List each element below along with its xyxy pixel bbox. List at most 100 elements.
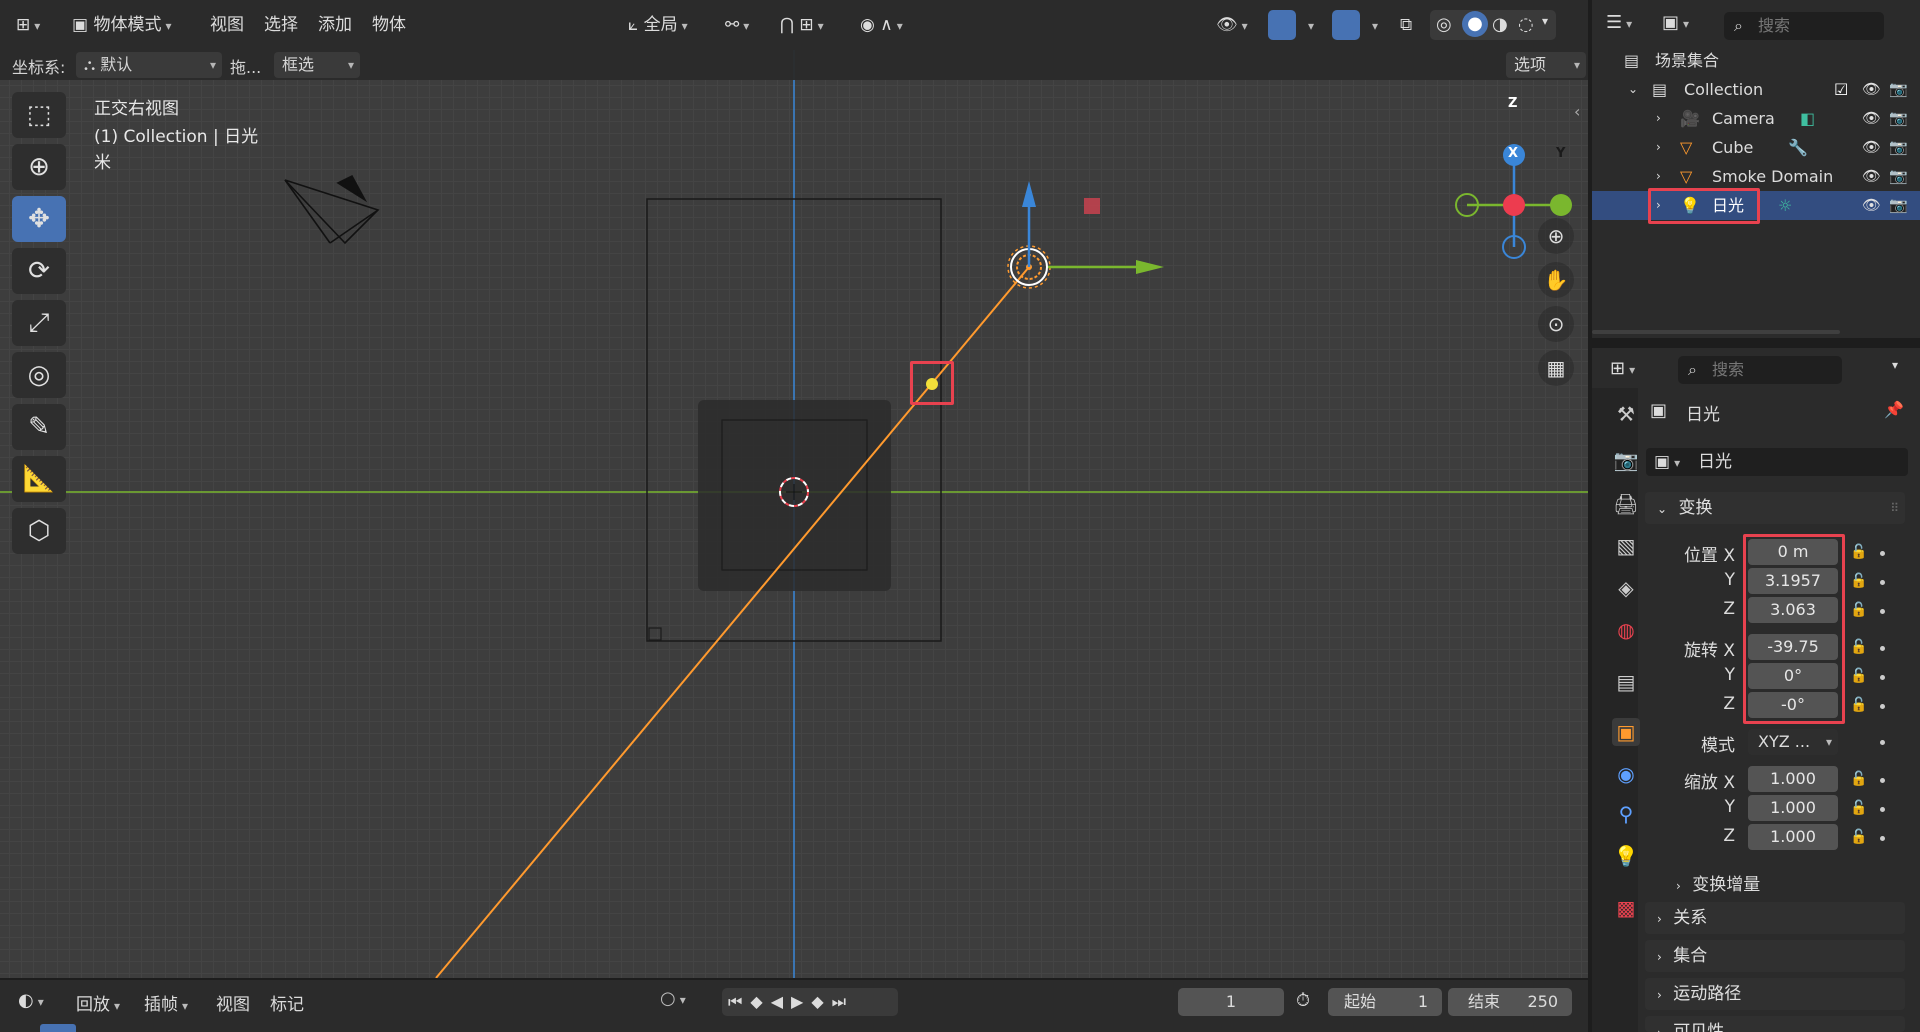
- collapse-arrow-icon[interactable]: ‹: [1574, 102, 1580, 121]
- delta-transform-header[interactable]: › 变换增量: [1676, 870, 1760, 895]
- chevron-down-icon[interactable]: ⌄: [1628, 75, 1638, 104]
- tool-tab-icon[interactable]: ⚒: [1612, 400, 1640, 428]
- material-shading-icon[interactable]: ◑: [1492, 14, 1508, 35]
- render-tab-icon[interactable]: 📷: [1612, 446, 1640, 474]
- light-data-tab-icon[interactable]: 💡: [1612, 842, 1640, 870]
- pin-icon[interactable]: 📌: [1884, 400, 1904, 419]
- view-layer-tab-icon[interactable]: ▧: [1612, 532, 1640, 560]
- menu-object[interactable]: 物体: [372, 10, 406, 40]
- chevron-right-icon[interactable]: ›: [1656, 104, 1661, 133]
- gizmo-y-label[interactable]: Y: [1556, 146, 1565, 161]
- wrench-icon[interactable]: 🔧: [1788, 133, 1808, 162]
- lock-icon[interactable]: 🔓: [1850, 573, 1867, 589]
- collection-tab-icon[interactable]: ▤: [1612, 668, 1640, 696]
- properties-options-icon[interactable]: ▾: [1892, 358, 1898, 372]
- keyframe-dot-icon[interactable]: [1880, 704, 1885, 709]
- lock-icon[interactable]: 🔓: [1850, 800, 1867, 816]
- scale-x-field[interactable]: 1.000: [1748, 766, 1838, 792]
- keyframe-dot-icon[interactable]: [1880, 807, 1885, 812]
- gizmo-z-label[interactable]: Z: [1508, 96, 1517, 111]
- camera-view-icon[interactable]: ⊙: [1538, 306, 1574, 342]
- outliner-item-cube[interactable]: › ▽ Cube 🔧 👁 📷: [1592, 133, 1920, 162]
- object-tab-icon[interactable]: ▣: [1612, 718, 1640, 746]
- orientation-dropdown[interactable]: ⟀ 全局 ▾: [628, 10, 688, 40]
- object-name-field[interactable]: ▣ ▾ 日光: [1646, 448, 1908, 476]
- camera-data-icon[interactable]: ◧: [1800, 104, 1815, 133]
- proportional-icon[interactable]: ◉ ∧ ▾: [860, 10, 903, 40]
- lock-icon[interactable]: 🔓: [1850, 771, 1867, 787]
- jump-end-icon[interactable]: ⏭: [832, 992, 854, 1011]
- visibility-icon[interactable]: 👁 ▾: [1216, 10, 1248, 40]
- texture-tab-icon[interactable]: ▩: [1612, 894, 1640, 922]
- outliner-item-camera[interactable]: › 🎥 Camera ◧ 👁 📷: [1592, 104, 1920, 133]
- eye-icon[interactable]: 👁: [1862, 104, 1881, 133]
- scene-collection-row[interactable]: ▤ 场景集合: [1592, 46, 1920, 75]
- outliner-editor-icon[interactable]: ☰ ▾: [1606, 12, 1632, 33]
- scene-tab-icon[interactable]: ◈: [1612, 574, 1640, 602]
- eye-icon[interactable]: 👁: [1862, 162, 1881, 191]
- marker-menu[interactable]: 标记: [270, 990, 304, 1015]
- object-datablock-icon[interactable]: ▣ ▾: [1654, 448, 1680, 477]
- keyframe-dot-icon[interactable]: [1880, 646, 1885, 651]
- menu-view[interactable]: 视图: [210, 10, 244, 40]
- snap-icon[interactable]: ⋂ ⊞ ▾: [780, 10, 824, 40]
- playhead[interactable]: [40, 1024, 76, 1032]
- annotate-icon[interactable]: ✎: [12, 404, 66, 450]
- lock-icon[interactable]: 🔓: [1850, 639, 1867, 655]
- record-icon[interactable]: ○ ▾: [660, 988, 686, 1009]
- output-tab-icon[interactable]: 🖨: [1612, 490, 1640, 518]
- scale-y-field[interactable]: 1.000: [1748, 795, 1838, 821]
- scale-icon[interactable]: ⤢: [12, 300, 66, 346]
- world-tab-icon[interactable]: ◍: [1612, 616, 1640, 644]
- collections-panel-header[interactable]: › 集合: [1645, 940, 1905, 972]
- checkbox-icon[interactable]: ☑: [1834, 75, 1848, 104]
- collection-row[interactable]: ⌄ ▤ Collection ☑ 👁 📷: [1592, 75, 1920, 104]
- coord-dropdown[interactable]: ⛬ 默认 ▾: [76, 52, 222, 78]
- render-camera-icon[interactable]: 📷: [1889, 133, 1908, 162]
- lock-icon[interactable]: 🔓: [1850, 602, 1867, 618]
- lock-icon[interactable]: 🔓: [1850, 697, 1867, 713]
- select-box-icon[interactable]: ⬚: [12, 92, 66, 138]
- 3d-viewport[interactable]: Z X Y 正交右视图 (1) Collection | 日光 米 ⊕ ✋ ⊙ …: [0, 50, 1588, 978]
- keyframe-dot-icon[interactable]: [1880, 580, 1885, 585]
- chevron-right-icon[interactable]: ›: [1656, 162, 1661, 191]
- hand-pan-icon[interactable]: ✋: [1538, 262, 1574, 298]
- render-camera-icon[interactable]: 📷: [1889, 75, 1908, 104]
- eye-icon[interactable]: 👁: [1862, 191, 1881, 220]
- timeline-view-menu[interactable]: 视图: [216, 990, 250, 1015]
- outliner-search[interactable]: ⌕ 搜索: [1724, 12, 1884, 40]
- drag-handle-icon[interactable]: ⠿: [1890, 492, 1899, 524]
- transform-panel-header[interactable]: ⌄ 变换 ⠿: [1645, 492, 1905, 524]
- options-dropdown[interactable]: 选项 ▾: [1506, 52, 1586, 78]
- eye-icon[interactable]: 👁: [1862, 75, 1881, 104]
- chevron-right-icon[interactable]: ›: [1656, 133, 1661, 162]
- scale-z-field[interactable]: 1.000: [1748, 824, 1838, 850]
- keyframe-dot-icon[interactable]: [1880, 740, 1885, 745]
- render-camera-icon[interactable]: 📷: [1889, 162, 1908, 191]
- visibility-panel-header[interactable]: › 可见性: [1645, 1016, 1905, 1032]
- constraints-tab-icon[interactable]: ⚲: [1612, 800, 1640, 828]
- eye-icon[interactable]: 👁: [1862, 133, 1881, 162]
- render-camera-icon[interactable]: 📷: [1889, 191, 1908, 220]
- wireframe-icon[interactable]: ◎: [1436, 14, 1452, 35]
- physics-tab-icon[interactable]: ◉: [1612, 760, 1640, 788]
- playback-menu[interactable]: 回放 ▾: [76, 990, 120, 1015]
- play-reverse-icon[interactable]: ◀: [771, 992, 791, 1011]
- cursor-icon[interactable]: ⊕: [12, 144, 66, 190]
- outliner-scrollbar[interactable]: [1592, 330, 1840, 334]
- shading-dropdown-icon[interactable]: ▾: [1542, 14, 1548, 28]
- timeline-editor-icon[interactable]: ◐ ▾: [18, 990, 44, 1011]
- pivot-icon[interactable]: ⚯ ▾: [725, 10, 749, 40]
- gizmo-x-label[interactable]: X: [1508, 146, 1518, 161]
- menu-select[interactable]: 选择: [264, 10, 298, 40]
- prev-keyframe-icon[interactable]: ◆: [750, 992, 770, 1011]
- display-mode-icon[interactable]: ▣ ▾: [1662, 12, 1689, 33]
- motion-paths-panel-header[interactable]: › 运动路径: [1645, 978, 1905, 1010]
- add-cube-icon[interactable]: ⬡: [12, 508, 66, 554]
- keyframe-dot-icon[interactable]: [1880, 778, 1885, 783]
- lock-icon[interactable]: 🔓: [1850, 544, 1867, 560]
- drag-label[interactable]: 拖...: [230, 54, 261, 78]
- xray-icon[interactable]: ⧉: [1400, 10, 1412, 40]
- play-icon[interactable]: ▶: [791, 992, 811, 1011]
- keyframe-dot-icon[interactable]: [1880, 675, 1885, 680]
